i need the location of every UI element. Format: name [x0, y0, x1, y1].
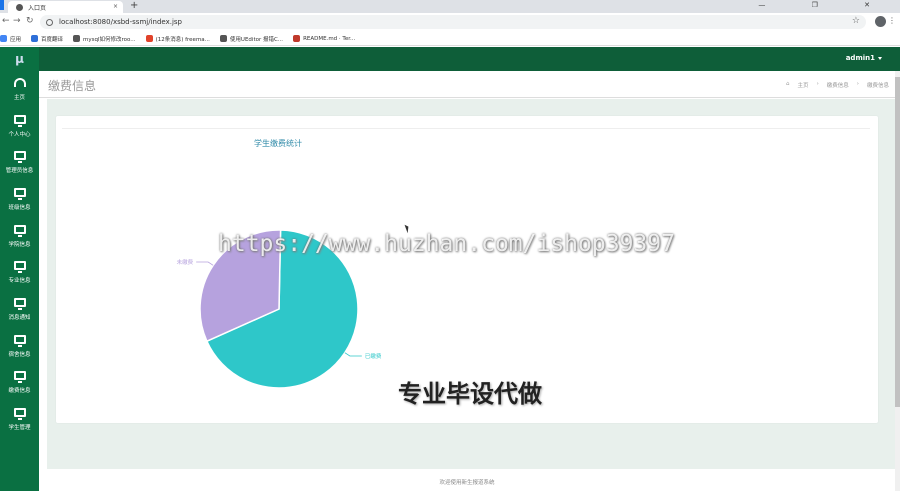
sidebar-item[interactable]: 专业信息 — [0, 254, 39, 291]
top-navbar: admin1 — [39, 47, 900, 71]
bookmark-icon — [145, 35, 153, 42]
pie-label: 已缴费 — [365, 352, 382, 360]
sidebar-item[interactable]: 学院信息 — [0, 218, 39, 255]
breadcrumb-item: › — [856, 81, 859, 87]
sidebar: μ 主页个人中心管理员信息班级信息学院信息专业信息消息通知宿舍信息缴费信息学生管… — [0, 47, 39, 491]
monitor-icon — [13, 114, 26, 127]
url-input[interactable]: localhost:8080/xsbd-ssmj/index.jsp ☆ — [40, 15, 866, 29]
page-title: 缴费信息 — [48, 79, 97, 93]
app-edge — [0, 0, 4, 10]
breadcrumb: ⌂ 主页 › 缴费信息 › 缴费信息 — [786, 81, 889, 89]
scrollbar-thumb[interactable] — [895, 77, 900, 407]
sidebar-item-label: 学生管理 — [8, 425, 31, 432]
window-controls[interactable]: — ❐ ✕ — [758, 1, 892, 9]
page-header: 缴费信息 ⌂ 主页 › 缴费信息 › 缴费信息 — [39, 71, 895, 98]
username: admin1 — [845, 54, 875, 62]
bookmark-label: README.md · Ter... — [303, 35, 356, 42]
globe-icon — [16, 3, 23, 11]
sidebar-item[interactable]: 班级信息 — [0, 181, 39, 218]
bookmark-icon — [31, 35, 39, 42]
sidebar-item[interactable]: 消息通知 — [0, 291, 39, 328]
scrollbar[interactable] — [895, 71, 900, 491]
logo: μ — [15, 52, 24, 66]
monitor-icon — [13, 408, 26, 421]
sidebar-item[interactable]: 缴费信息 — [0, 365, 39, 402]
bookmark-icon — [0, 35, 7, 42]
tab-title: 入口页 — [28, 4, 47, 12]
monitor-icon — [13, 151, 26, 164]
breadcrumb-item[interactable]: 缴费信息 — [867, 81, 889, 89]
breadcrumb-item: › — [816, 81, 819, 87]
bookmark-item[interactable]: README.md · Ter... — [293, 35, 355, 42]
home-icon: ⌂ — [786, 81, 790, 87]
monitor-icon — [13, 371, 26, 384]
bookmark-item[interactable]: 使用UEditor 报错C... — [219, 35, 284, 43]
sidebar-item-label: 个人中心 — [8, 131, 31, 138]
bookmark-icon — [293, 35, 301, 42]
bookmark-item[interactable]: 百度翻译 — [31, 35, 63, 43]
sidebar-item-label: 缴费信息 — [8, 388, 31, 395]
sidebar-item[interactable]: 宿舍信息 — [0, 328, 39, 365]
info-icon — [46, 18, 53, 26]
bookmark-item[interactable]: mysql如何修改roo... — [73, 35, 136, 43]
user-menu[interactable]: admin1 — [846, 54, 882, 62]
monitor-icon — [13, 224, 26, 237]
sidebar-item-label: 主页 — [13, 94, 25, 101]
bookmark-item[interactable]: 应用 — [0, 35, 21, 43]
watermark-url: https://www.huzhan.com/ishop39397 — [218, 231, 675, 257]
forward-icon[interactable]: → — [13, 16, 21, 26]
sidebar-item-label: 宿舍信息 — [8, 351, 31, 358]
watermark-slogan: 专业毕设代做 — [398, 380, 542, 408]
bookmark-label: 使用UEditor 报错C... — [229, 36, 284, 43]
bookmark-label: mysql如何修改roo... — [83, 36, 136, 43]
breadcrumb-item[interactable]: 缴费信息 — [827, 81, 849, 89]
sidebar-item[interactable]: 个人中心 — [0, 108, 39, 145]
bookmark-label: 应用 — [10, 36, 22, 43]
dashboard-icon — [13, 77, 26, 87]
sidebar-item-label: 消息通知 — [8, 314, 31, 321]
sidebar-item[interactable]: 管理员信息 — [0, 144, 39, 181]
bookmark-icon — [219, 35, 227, 42]
bookmark-label: 百度翻译 — [41, 36, 64, 43]
browser-tab[interactable]: 入口页 × — [8, 1, 123, 13]
monitor-icon — [13, 334, 26, 347]
url-text: localhost:8080/xsbd-ssmj/index.jsp — [59, 18, 182, 26]
pie-label-line — [344, 352, 362, 357]
back-icon[interactable]: ← — [2, 16, 10, 26]
bookmarks-bar: 应用 百度翻译 mysql如何修改roo... (12条消息) freema... 使用… — [0, 32, 900, 46]
address-bar: ← → ↻ localhost:8080/xsbd-ssmj/index.jsp… — [0, 13, 900, 32]
monitor-icon — [13, 261, 26, 274]
monitor-icon — [13, 187, 26, 200]
reload-icon[interactable]: ↻ — [26, 16, 34, 26]
sidebar-item-label: 学院信息 — [8, 241, 31, 248]
bookmark-icon — [73, 35, 81, 42]
star-icon[interactable]: ☆ — [852, 16, 860, 26]
close-tab-icon[interactable]: × — [113, 3, 118, 10]
bookmark-item[interactable]: (12条消息) freema... — [145, 35, 210, 43]
sidebar-item[interactable]: 学生管理 — [0, 401, 39, 438]
sidebar-item-label: 专业信息 — [8, 278, 31, 285]
sidebar-item-label: 班级信息 — [8, 204, 31, 211]
new-tab-button[interactable]: + — [130, 0, 138, 11]
pie-label: 未缴费 — [177, 258, 194, 266]
browser-tabbar: 入口页 × + — ❐ ✕ — [0, 0, 900, 13]
menu-icon[interactable]: ⋮ — [888, 16, 896, 25]
monitor-icon — [13, 297, 26, 310]
breadcrumb-home[interactable]: 主页 — [798, 81, 809, 89]
sidebar-item-label: 管理员信息 — [5, 168, 34, 175]
caret-down-icon — [878, 56, 882, 60]
footer: 欢迎使用新生报道系统 — [39, 469, 895, 491]
pie-label-line — [196, 261, 214, 266]
bookmark-label: (12条消息) freema... — [155, 36, 210, 43]
sidebar-item[interactable]: 主页 — [0, 71, 39, 108]
account-icon[interactable] — [875, 16, 886, 27]
